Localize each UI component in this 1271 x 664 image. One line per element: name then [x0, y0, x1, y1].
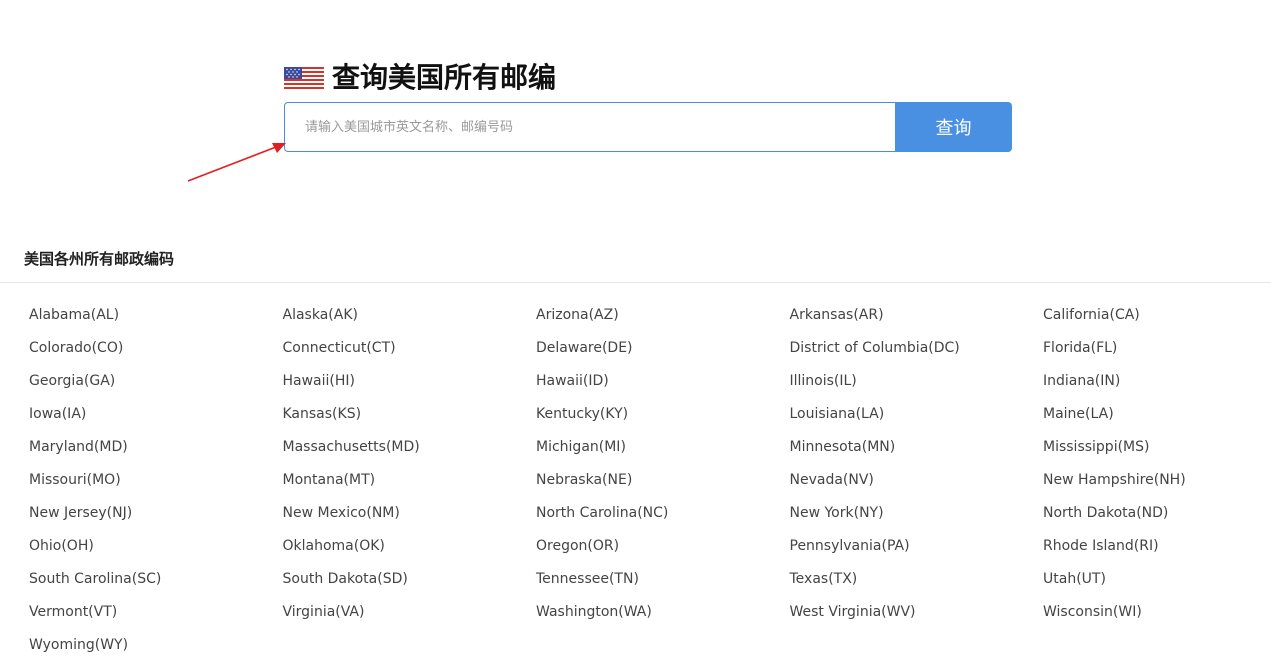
state-link[interactable]: Kansas(KS): [283, 404, 537, 437]
state-link[interactable]: North Dakota(ND): [1043, 503, 1269, 536]
state-link[interactable]: South Carolina(SC): [29, 569, 283, 602]
state-link[interactable]: District of Columbia(DC): [790, 338, 1044, 371]
page-header: 查询美国所有邮编: [284, 58, 556, 98]
state-link[interactable]: Virginia(VA): [283, 602, 537, 635]
state-link[interactable]: Arizona(AZ): [536, 305, 790, 338]
state-link[interactable]: Illinois(IL): [790, 371, 1044, 404]
state-link[interactable]: Wisconsin(WI): [1043, 602, 1269, 635]
state-link[interactable]: Michigan(MI): [536, 437, 790, 470]
state-link[interactable]: Maryland(MD): [29, 437, 283, 470]
state-link[interactable]: Colorado(CO): [29, 338, 283, 371]
state-link[interactable]: Tennessee(TN): [536, 569, 790, 602]
state-link[interactable]: Montana(MT): [283, 470, 537, 503]
state-link[interactable]: Maine(LA): [1043, 404, 1269, 437]
page-title: 查询美国所有邮编: [332, 61, 557, 94]
state-link[interactable]: California(CA): [1043, 305, 1269, 338]
state-link[interactable]: Alaska(AK): [283, 305, 537, 338]
state-link[interactable]: Alabama(AL): [29, 305, 283, 338]
state-link[interactable]: Florida(FL): [1043, 338, 1269, 371]
state-link[interactable]: Iowa(IA): [29, 404, 283, 437]
state-link[interactable]: Texas(TX): [790, 569, 1044, 602]
state-link[interactable]: Arkansas(AR): [790, 305, 1044, 338]
state-link[interactable]: Missouri(MO): [29, 470, 283, 503]
state-link[interactable]: Oregon(OR): [536, 536, 790, 569]
section-divider: [0, 282, 1271, 283]
state-link[interactable]: Georgia(GA): [29, 371, 283, 404]
state-link[interactable]: Nevada(NV): [790, 470, 1044, 503]
state-link[interactable]: Nebraska(NE): [536, 470, 790, 503]
annotation-arrow-icon: [187, 143, 286, 182]
state-link[interactable]: Wyoming(WY): [29, 635, 283, 664]
state-link[interactable]: Minnesota(MN): [790, 437, 1044, 470]
state-link[interactable]: Hawaii(HI): [283, 371, 537, 404]
state-list: Alabama(AL) Alaska(AK) Arizona(AZ) Arkansas…: [29, 305, 1269, 664]
state-link[interactable]: Washington(WA): [536, 602, 790, 635]
state-link[interactable]: Pennsylvania(PA): [790, 536, 1044, 569]
search-button[interactable]: 查询: [895, 102, 1012, 152]
state-link[interactable]: Utah(UT): [1043, 569, 1269, 602]
state-link[interactable]: New Jersey(NJ): [29, 503, 283, 536]
state-link[interactable]: Oklahoma(OK): [283, 536, 537, 569]
section-title: 美国各州所有邮政编码: [24, 250, 175, 268]
state-link[interactable]: New Hampshire(NH): [1043, 470, 1269, 503]
state-link[interactable]: Massachusetts(MD): [283, 437, 537, 470]
state-link[interactable]: Kentucky(KY): [536, 404, 790, 437]
state-link[interactable]: New Mexico(NM): [283, 503, 537, 536]
state-link[interactable]: New York(NY): [790, 503, 1044, 536]
state-link[interactable]: Hawaii(ID): [536, 371, 790, 404]
search-bar: 查询: [284, 102, 1012, 152]
state-link[interactable]: Mississippi(MS): [1043, 437, 1269, 470]
state-link[interactable]: Vermont(VT): [29, 602, 283, 635]
state-link[interactable]: Indiana(IN): [1043, 371, 1269, 404]
state-link[interactable]: Louisiana(LA): [790, 404, 1044, 437]
state-link[interactable]: Ohio(OH): [29, 536, 283, 569]
state-link[interactable]: South Dakota(SD): [283, 569, 537, 602]
state-link[interactable]: Connecticut(CT): [283, 338, 537, 371]
search-input[interactable]: [284, 102, 895, 152]
state-link[interactable]: Delaware(DE): [536, 338, 790, 371]
us-flag-icon: [284, 67, 324, 89]
state-link[interactable]: Rhode Island(RI): [1043, 536, 1269, 569]
state-link[interactable]: West Virginia(WV): [790, 602, 1044, 635]
state-link[interactable]: North Carolina(NC): [536, 503, 790, 536]
